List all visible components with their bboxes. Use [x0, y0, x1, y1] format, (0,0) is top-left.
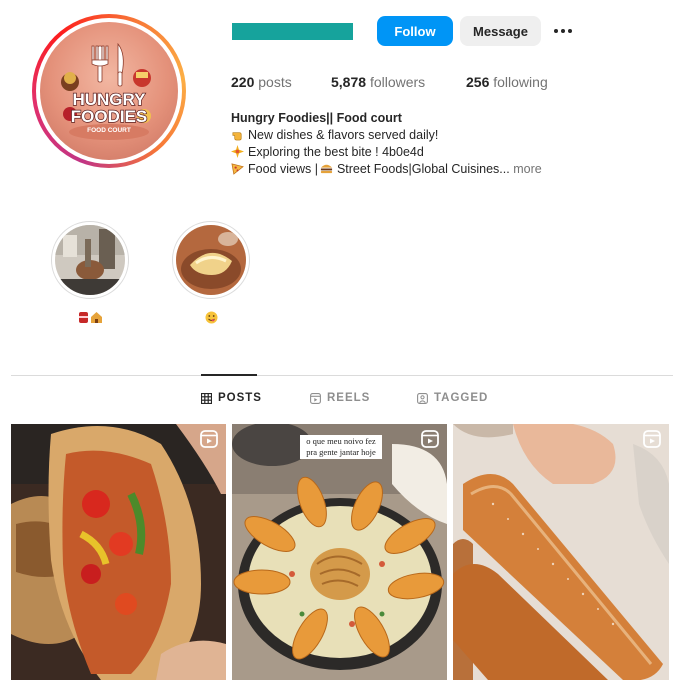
- post-1-image: [11, 424, 226, 680]
- posts-label: posts: [258, 74, 292, 90]
- highlight-1-label: [51, 311, 129, 325]
- highlight-2-cover: [176, 225, 246, 295]
- house-icon: [90, 312, 102, 323]
- highlight-2-label: [172, 311, 250, 325]
- tab-tagged-label: TAGGED: [434, 392, 489, 404]
- posts-stat: 220 posts: [231, 74, 292, 90]
- avatar-text-foodies: FOODIES: [71, 107, 148, 126]
- bio-more-link[interactable]: more: [513, 162, 541, 176]
- following-stat[interactable]: 256 following: [466, 74, 548, 90]
- followers-count: 5,878: [331, 74, 367, 90]
- pointing-hand-icon: [232, 132, 242, 141]
- avatar-gap: HUNGRY FOODIES FOOD COURT: [36, 18, 182, 164]
- followers-label: followers: [369, 74, 426, 90]
- tab-reels[interactable]: REELS: [310, 392, 370, 404]
- sparkle-burst-icon: [231, 145, 244, 158]
- username-redaction-bar: [232, 23, 353, 40]
- follow-button[interactable]: Follow: [377, 16, 453, 46]
- post-tile-1[interactable]: [11, 424, 226, 680]
- profile-display-name: Hungry Foodies|| Food court: [231, 111, 402, 125]
- post-tile-3[interactable]: [453, 424, 669, 680]
- reel-badge-icon: [421, 430, 439, 448]
- pizza-slice-icon: [231, 163, 244, 175]
- tab-posts[interactable]: POSTS: [201, 392, 262, 404]
- highlight-2[interactable]: [172, 221, 250, 325]
- reels-icon: [310, 392, 321, 404]
- highlight-1-cover: [55, 225, 125, 295]
- profile-bio: Hungry Foodies|| Food court New dishes &…: [231, 110, 542, 178]
- reel-badge-icon: [200, 430, 218, 448]
- avatar-text-food-court: FOOD COURT: [87, 127, 131, 134]
- reel-badge-icon: [643, 430, 661, 448]
- profile-avatar[interactable]: HUNGRY FOODIES FOOD COURT: [40, 22, 178, 160]
- drink-can-icon: [78, 312, 88, 323]
- tab-posts-label: POSTS: [218, 392, 262, 404]
- tab-reels-label: REELS: [327, 392, 371, 404]
- bio-line-2: Exploring the best bite ! 4b0e4d: [231, 144, 542, 161]
- followers-stat[interactable]: 5,878 followers: [331, 74, 425, 90]
- avatar-logo-art: HUNGRY FOODIES FOOD COURT: [61, 42, 151, 140]
- bio-line-1-text: New dishes & flavors served daily!: [248, 128, 439, 142]
- message-button[interactable]: Message: [460, 16, 541, 46]
- highlight-1[interactable]: [51, 221, 129, 325]
- bio-line-1: New dishes & flavors served daily!: [231, 127, 542, 144]
- tagged-icon: [417, 392, 428, 404]
- highlight-2-ring: [172, 221, 250, 299]
- grid-icon: [201, 392, 212, 404]
- bio-line-3b-text: Street Foods|Global Cuisines...: [336, 162, 510, 176]
- highlight-1-ring: [51, 221, 129, 299]
- bio-line-3-text: Food views |: [248, 162, 318, 176]
- following-count: 256: [466, 74, 490, 90]
- bio-line-2-text: Exploring the best bite ! 4b0e4d: [248, 145, 424, 159]
- following-label: following: [493, 74, 548, 90]
- bio-line-3: Food views | Street Foods|Global Cuisines…: [231, 161, 542, 178]
- more-horizontal-icon[interactable]: [548, 16, 578, 46]
- post-tile-2[interactable]: [232, 424, 447, 680]
- profile-avatar-ring[interactable]: HUNGRY FOODIES FOOD COURT: [32, 14, 186, 168]
- active-tab-indicator: [201, 374, 257, 376]
- post-2-image: [232, 424, 447, 680]
- tabs-divider: [11, 375, 673, 376]
- post-2-caption: o que meu noivo fez pra gente jantar hoj…: [300, 435, 382, 459]
- burger-icon: [320, 164, 333, 174]
- posts-count: 220: [231, 74, 255, 90]
- post-3-image: [453, 424, 669, 680]
- tab-tagged[interactable]: TAGGED: [417, 392, 488, 404]
- yum-face-icon: [205, 311, 217, 324]
